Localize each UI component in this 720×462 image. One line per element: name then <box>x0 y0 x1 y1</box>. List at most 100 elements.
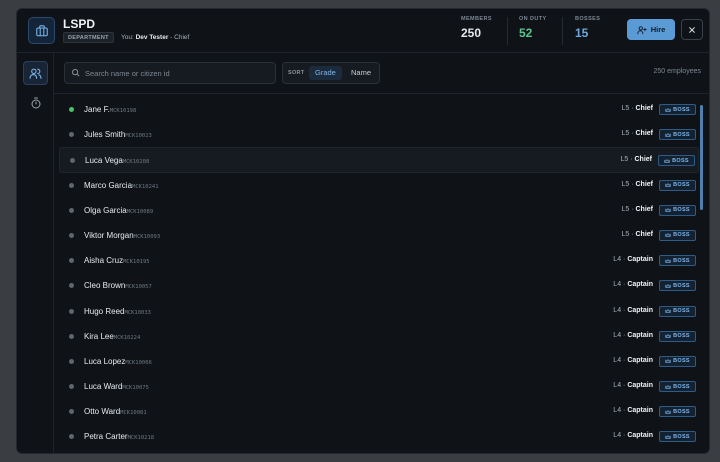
employee-grade: L5 · Chief <box>621 205 653 213</box>
boss-badge: BOSS <box>659 305 696 317</box>
boss-label: BOSS <box>673 182 690 189</box>
boss-label: BOSS <box>673 257 690 264</box>
citizen-id: MCK10023 <box>125 133 152 140</box>
boss-label: BOSS <box>673 358 690 365</box>
employee-name-text: Luca Ward <box>84 382 123 392</box>
citizen-id: MCK10089 <box>126 208 154 215</box>
grade-rank: Captain <box>627 382 653 390</box>
boss-label: BOSS <box>673 232 690 239</box>
employee-row[interactable]: Luca LopezMCK10066 L4 · Captain BOSS <box>59 349 699 374</box>
grade-level: L4 <box>613 407 622 415</box>
employee-name-text: Luca Vega <box>85 156 123 166</box>
status-dot <box>69 308 74 314</box>
grade-level: L4 <box>613 306 622 314</box>
employee-name: Kira LeeMCK10224 <box>84 332 140 341</box>
employee-list: Jane F.MCK10198 L5 · Chief BOSS Jules Smith… <box>59 97 699 450</box>
employee-row[interactable]: Luca VegaMCK10208 L5 · Chief BOSS <box>59 147 699 173</box>
grade-rank: Captain <box>627 331 653 339</box>
boss-label: BOSS <box>673 282 690 289</box>
crown-icon <box>665 359 671 364</box>
search-input[interactable] <box>85 63 270 83</box>
status-dot <box>69 434 74 440</box>
stat-on-duty: ON DUTY 52 <box>519 16 547 40</box>
employee-row[interactable]: Viktor MorganMCK10093 L5 · Chief BOSS <box>59 223 699 248</box>
employee-row[interactable]: Jane F.MCK10198 L5 · Chief BOSS <box>59 97 699 122</box>
status-dot <box>69 283 74 289</box>
status-dot <box>69 258 74 264</box>
grade-level: L5 <box>620 156 629 164</box>
current-user: You: Dev Tester - Chief <box>121 34 189 41</box>
briefcase-icon <box>35 24 48 36</box>
crown-icon <box>665 435 671 439</box>
status-dot <box>69 207 74 213</box>
search-box[interactable] <box>64 62 276 84</box>
boss-badge: BOSS <box>659 355 696 367</box>
employee-grade: L4 · Captain <box>613 432 653 440</box>
stat-value: 52 <box>519 26 533 40</box>
crown-icon <box>665 334 671 338</box>
employee-row[interactable]: Petra CarterMCK10218 L4 · Captain BOSS <box>59 424 699 449</box>
grade-rank: Captain <box>627 407 653 415</box>
divider <box>54 93 709 94</box>
employee-row[interactable]: Otto WardMCK10081 L4 · Captain BOSS <box>59 399 699 424</box>
employee-name-text: Jane F. <box>84 105 110 114</box>
employee-row[interactable]: Kira LeeMCK10224 L4 · Captain BOSS <box>59 324 699 349</box>
hire-button[interactable]: Hire <box>627 19 675 40</box>
employee-name-text: Hugo Reed <box>84 306 125 316</box>
sidebar <box>17 53 54 453</box>
employee-row[interactable]: Marco GarciaMCK10241 L5 · Chief BOSS <box>59 173 699 198</box>
citizen-id: MCK10081 <box>120 410 147 417</box>
employee-name-text: Viktor Morgan <box>84 230 134 240</box>
stat-label: MEMBERS <box>461 16 492 22</box>
grade-rank: Chief <box>635 105 654 112</box>
stat-value: 250 <box>461 26 482 40</box>
boss-badge: BOSS <box>659 179 696 191</box>
grade-level: L5 <box>621 205 630 213</box>
employee-grade: L4 · Captain <box>613 256 653 264</box>
citizen-id: MCK10241 <box>132 183 159 190</box>
boss-badge: BOSS <box>659 204 696 216</box>
sidebar-item-duty-time[interactable] <box>23 91 48 115</box>
grade-rank: Captain <box>627 281 653 289</box>
status-dot <box>70 158 75 164</box>
employee-grade: L5 · Chief <box>621 180 653 188</box>
crown-icon <box>665 258 671 263</box>
hire-label: Hire <box>650 25 666 34</box>
crown-icon <box>665 183 671 187</box>
employee-name-text: Jules Smith <box>84 130 126 140</box>
grade-level: L4 <box>613 382 622 390</box>
employee-row[interactable]: Luca WardMCK10075 L4 · Captain BOSS <box>59 374 699 399</box>
grade-rank: Captain <box>627 356 653 364</box>
stat-value: 15 <box>575 26 589 40</box>
boss-badge: BOSS <box>659 229 696 241</box>
employee-name: Marco GarciaMCK10241 <box>84 181 159 190</box>
employee-row[interactable]: Jules SmithMCK10023 L5 · Chief BOSS <box>59 122 699 147</box>
employee-name: Petra CarterMCK10218 <box>84 432 154 441</box>
grade-level: L5 <box>621 130 630 138</box>
sidebar-item-employees[interactable] <box>23 61 48 85</box>
scrollbar-thumb[interactable] <box>700 105 703 210</box>
boss-label: BOSS <box>673 333 690 340</box>
status-dot <box>69 232 74 238</box>
grade-level: L4 <box>613 432 622 440</box>
close-icon <box>689 26 695 33</box>
employee-name: Viktor MorganMCK10093 <box>84 231 160 240</box>
employee-row[interactable]: Olga GarciaMCK10089 L5 · Chief BOSS <box>59 198 699 223</box>
close-button[interactable] <box>681 19 703 40</box>
sort-option-name[interactable]: Name <box>345 66 377 80</box>
employee-row[interactable]: Hugo ReedMCK10033 L4 · Captain BOSS <box>59 299 699 324</box>
employee-row[interactable]: Cleo BrownMCK10057 L4 · Captain BOSS <box>59 273 699 298</box>
boss-badge: BOSS <box>659 381 696 393</box>
department-window: LSPD DEPARTMENT You: Dev Tester - Chief … <box>16 8 710 454</box>
crown-icon <box>665 284 671 288</box>
employee-name-text: Aisha Cruz <box>84 256 124 266</box>
employee-name: Otto WardMCK10081 <box>84 407 147 416</box>
boss-label: BOSS <box>673 106 690 113</box>
boss-label: BOSS <box>672 157 689 164</box>
citizen-id: MCK10208 <box>122 159 150 166</box>
crown-icon <box>665 409 671 414</box>
users-icon <box>29 68 42 79</box>
sort-option-grade[interactable]: Grade <box>309 66 342 80</box>
grade-rank: Chief <box>634 156 653 164</box>
employee-row[interactable]: Aisha CruzMCK10195 L4 · Captain BOSS <box>59 248 699 273</box>
